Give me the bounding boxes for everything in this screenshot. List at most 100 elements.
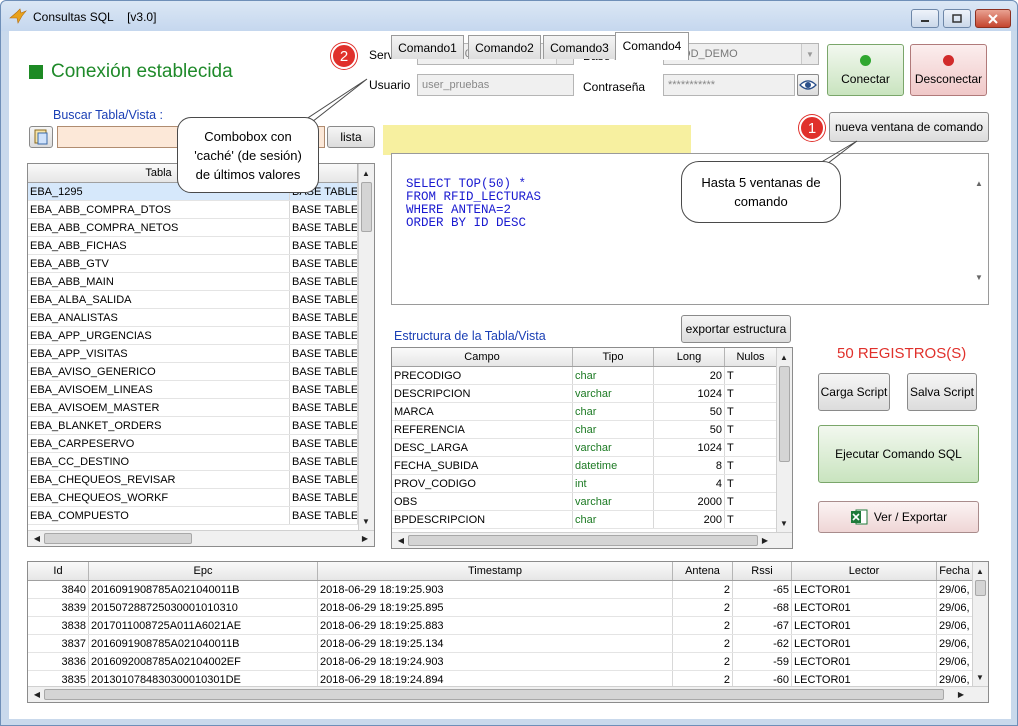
scroll-thumb[interactable]: [44, 689, 944, 700]
table-cell[interactable]: varchar: [573, 385, 654, 402]
table-row[interactable]: EBA_ALBA_SALIDA BASE TABLE: [28, 291, 374, 309]
table-cell[interactable]: T: [725, 511, 777, 528]
table-cell[interactable]: 2018-06-29 18:19:24.903: [318, 653, 673, 670]
table-cell[interactable]: EBA_ABB_GTV: [28, 255, 290, 272]
table-cell[interactable]: BASE TABLE: [290, 489, 358, 506]
table-cell[interactable]: 1024: [654, 439, 725, 456]
table-row[interactable]: EBA_CC_DESTINO BASE TABLE: [28, 453, 374, 471]
table-cell[interactable]: varchar: [573, 439, 654, 456]
table-cell[interactable]: 29/06,: [937, 653, 973, 670]
sql-code[interactable]: SELECT TOP(50) * FROM RFID_LECTURAS WHER…: [406, 178, 541, 230]
table-cell[interactable]: PROV_CODIGO: [392, 475, 573, 492]
table-cell[interactable]: EBA_ANALISTAS: [28, 309, 290, 326]
execute-sql-button[interactable]: Ejecutar Comando SQL: [818, 425, 979, 483]
table-cell[interactable]: MARCA: [392, 403, 573, 420]
table-cell[interactable]: FECHA_SUBIDA: [392, 457, 573, 474]
column-header[interactable]: Lector: [792, 562, 937, 580]
structure-grid[interactable]: Campo Tipo Long Nulos PRECODIGO char 20 T DE…: [391, 347, 793, 549]
column-header[interactable]: Antena: [673, 562, 733, 580]
column-header[interactable]: Fecha: [937, 562, 973, 580]
table-cell[interactable]: 2: [673, 635, 733, 652]
column-header[interactable]: Tipo: [573, 348, 654, 366]
table-row[interactable]: EBA_COMPUESTO BASE TABLE: [28, 507, 374, 525]
table-cell[interactable]: DESCRIPCION: [392, 385, 573, 402]
table-cell[interactable]: -68: [733, 599, 792, 616]
table-cell[interactable]: EBA_ABB_FICHAS: [28, 237, 290, 254]
tab-comando4[interactable]: Comando4: [615, 32, 689, 60]
table-cell[interactable]: 3838: [28, 617, 89, 634]
export-structure-button[interactable]: exportar estructura: [681, 315, 791, 343]
scroll-thumb[interactable]: [779, 366, 790, 462]
table-cell[interactable]: 2: [673, 617, 733, 634]
table-cell[interactable]: OBS: [392, 493, 573, 510]
table-cell[interactable]: 2: [673, 653, 733, 670]
load-script-button[interactable]: Carga Script: [818, 373, 890, 411]
table-row[interactable]: REFERENCIA char 50 T: [392, 421, 792, 439]
editor-scrollbar[interactable]: ▲ ▼: [972, 172, 988, 286]
password-field[interactable]: ***********: [663, 74, 795, 96]
column-header[interactable]: Campo: [392, 348, 573, 366]
table-cell[interactable]: EBA_CHEQUEOS_REVISAR: [28, 471, 290, 488]
table-cell[interactable]: -59: [733, 653, 792, 670]
table-cell[interactable]: EBA_CC_DESTINO: [28, 453, 290, 470]
scroll-down-icon[interactable]: ▼: [777, 516, 791, 530]
table-row[interactable]: EBA_CHEQUEOS_WORKF BASE TABLE: [28, 489, 374, 507]
table-cell[interactable]: 29/06,: [937, 599, 973, 616]
table-cell[interactable]: 2016091908785A021040011B: [89, 635, 318, 652]
table-cell[interactable]: 29/06,: [937, 635, 973, 652]
table-row[interactable]: OBS varchar 2000 T: [392, 493, 792, 511]
table-row[interactable]: EBA_CHEQUEOS_REVISAR BASE TABLE: [28, 471, 374, 489]
table-row[interactable]: DESC_LARGA varchar 1024 T: [392, 439, 792, 457]
tab-comando1[interactable]: Comando1: [391, 35, 464, 59]
table-cell[interactable]: EBA_APP_URGENCIAS: [28, 327, 290, 344]
table-cell[interactable]: T: [725, 439, 777, 456]
close-button[interactable]: [975, 9, 1011, 28]
view-export-button[interactable]: Ver / Exportar: [818, 501, 979, 533]
table-row[interactable]: EBA_ABB_COMPRA_DTOS BASE TABLE: [28, 201, 374, 219]
table-cell[interactable]: 2000: [654, 493, 725, 510]
table-cell[interactable]: EBA_ABB_MAIN: [28, 273, 290, 290]
tables-grid[interactable]: Tabla EBA_1295 BASE TABLE EBA_ABB_COMPRA_D…: [27, 163, 375, 547]
table-cell[interactable]: int: [573, 475, 654, 492]
table-cell[interactable]: EBA_BLANKET_ORDERS: [28, 417, 290, 434]
scroll-thumb[interactable]: [408, 535, 758, 546]
scroll-up-icon[interactable]: ▲: [972, 176, 986, 190]
table-cell[interactable]: -62: [733, 635, 792, 652]
column-header[interactable]: Epc: [89, 562, 318, 580]
table-cell[interactable]: 29/06,: [937, 581, 973, 598]
results-grid[interactable]: Id Epc Timestamp Antena Rssi Lector Fech…: [27, 561, 989, 703]
table-cell[interactable]: EBA_CHEQUEOS_WORKF: [28, 489, 290, 506]
scroll-left-icon[interactable]: ◀: [30, 531, 44, 545]
chevron-down-icon[interactable]: ▼: [801, 44, 818, 64]
table-cell[interactable]: 29/06,: [937, 617, 973, 634]
table-cell[interactable]: BASE TABLE: [290, 471, 358, 488]
table-row[interactable]: 3839 201507288725030001010310 2018-06-29 1…: [28, 599, 988, 617]
table-row[interactable]: 3837 2016091908785A021040011B 2018-06-29 1…: [28, 635, 988, 653]
scroll-left-icon[interactable]: ◀: [30, 687, 44, 701]
table-cell[interactable]: 2018-06-29 18:19:25.903: [318, 581, 673, 598]
scroll-thumb[interactable]: [361, 182, 372, 232]
new-command-window-button[interactable]: nueva ventana de comando: [829, 112, 989, 142]
scroll-up-icon[interactable]: ▲: [973, 564, 987, 578]
table-row[interactable]: EBA_AVISOEM_MASTER BASE TABLE: [28, 399, 374, 417]
table-cell[interactable]: BASE TABLE: [290, 309, 358, 326]
table-row[interactable]: 3836 2016092008785A02104002EF 2018-06-29 1…: [28, 653, 988, 671]
table-cell[interactable]: char: [573, 511, 654, 528]
table-row[interactable]: 3838 2017011008725A011A6021AE 2018-06-29 1…: [28, 617, 988, 635]
table-cell[interactable]: 50: [654, 421, 725, 438]
structure-vertical-scrollbar[interactable]: ▲ ▼: [776, 348, 792, 532]
table-cell[interactable]: LECTOR01: [792, 617, 937, 634]
tab-comando3[interactable]: Comando3: [543, 35, 616, 59]
table-cell[interactable]: BPDESCRIPCION: [392, 511, 573, 528]
table-cell[interactable]: DESC_LARGA: [392, 439, 573, 456]
table-cell[interactable]: T: [725, 385, 777, 402]
table-cell[interactable]: BASE TABLE: [290, 435, 358, 452]
show-password-button[interactable]: [797, 74, 819, 96]
table-cell[interactable]: BASE TABLE: [290, 417, 358, 434]
disconnect-button[interactable]: Desconectar: [910, 44, 987, 96]
column-header[interactable]: Long: [654, 348, 725, 366]
structure-horizontal-scrollbar[interactable]: ◀ ▶: [392, 532, 792, 548]
table-cell[interactable]: BASE TABLE: [290, 327, 358, 344]
scroll-down-icon[interactable]: ▼: [359, 514, 373, 528]
table-cell[interactable]: 8: [654, 457, 725, 474]
